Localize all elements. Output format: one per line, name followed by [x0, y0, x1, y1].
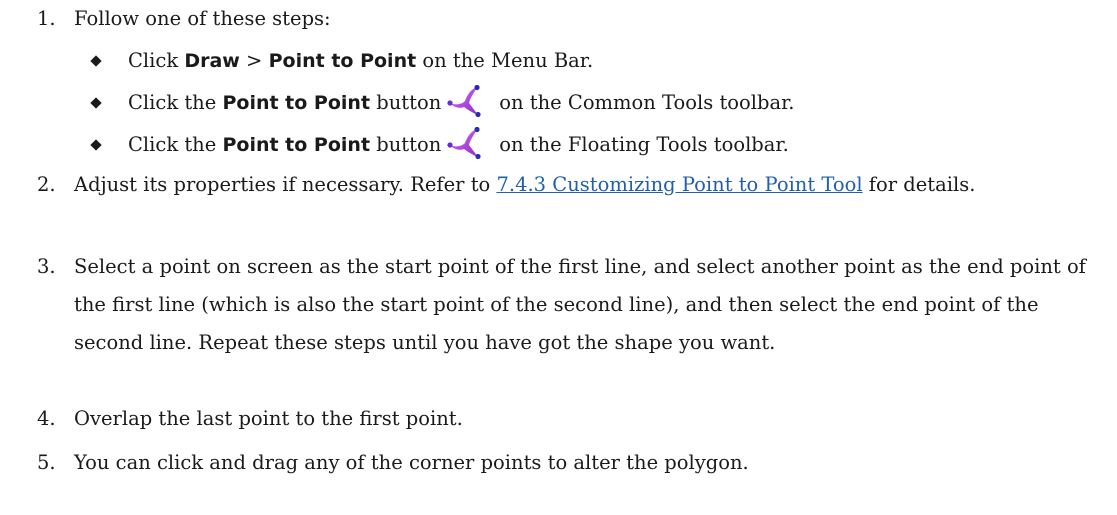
step-text: Overlap the last point to the first poin… [74, 407, 463, 430]
step-number: 5. [37, 451, 56, 474]
step-text: You can click and drag any of the corner… [74, 451, 749, 474]
substep-text: Click the Point to Point button on the Fl… [128, 126, 789, 164]
step-number: 1. [37, 7, 56, 30]
step-text: Follow one of these steps: [74, 7, 331, 30]
menu-draw-label: Draw [184, 50, 240, 72]
document-page: 1. Follow one of these steps: Click Draw… [0, 0, 1117, 515]
bullet-icon [90, 55, 102, 67]
menu-point-to-point-label: Point to Point [268, 50, 417, 72]
step-number: 2. [37, 173, 56, 196]
point-to-point-icon [447, 127, 481, 159]
substep-text: Click Draw > Point to Point on the Menu … [128, 49, 594, 72]
bullet-icon [90, 97, 102, 109]
step-number: 3. [37, 255, 56, 278]
bullet-icon [90, 139, 102, 151]
step-text: Adjust its properties if necessary. Refe… [74, 173, 976, 196]
customizing-point-to-point-link[interactable]: 7.4.3 Customizing Point to Point Tool [496, 173, 862, 196]
substep-text: Click the Point to Point button on the Co… [128, 84, 795, 122]
step-text: Select a point on screen as the start po… [74, 255, 1086, 354]
step-number: 4. [37, 407, 56, 430]
point-to-point-icon [447, 85, 481, 117]
